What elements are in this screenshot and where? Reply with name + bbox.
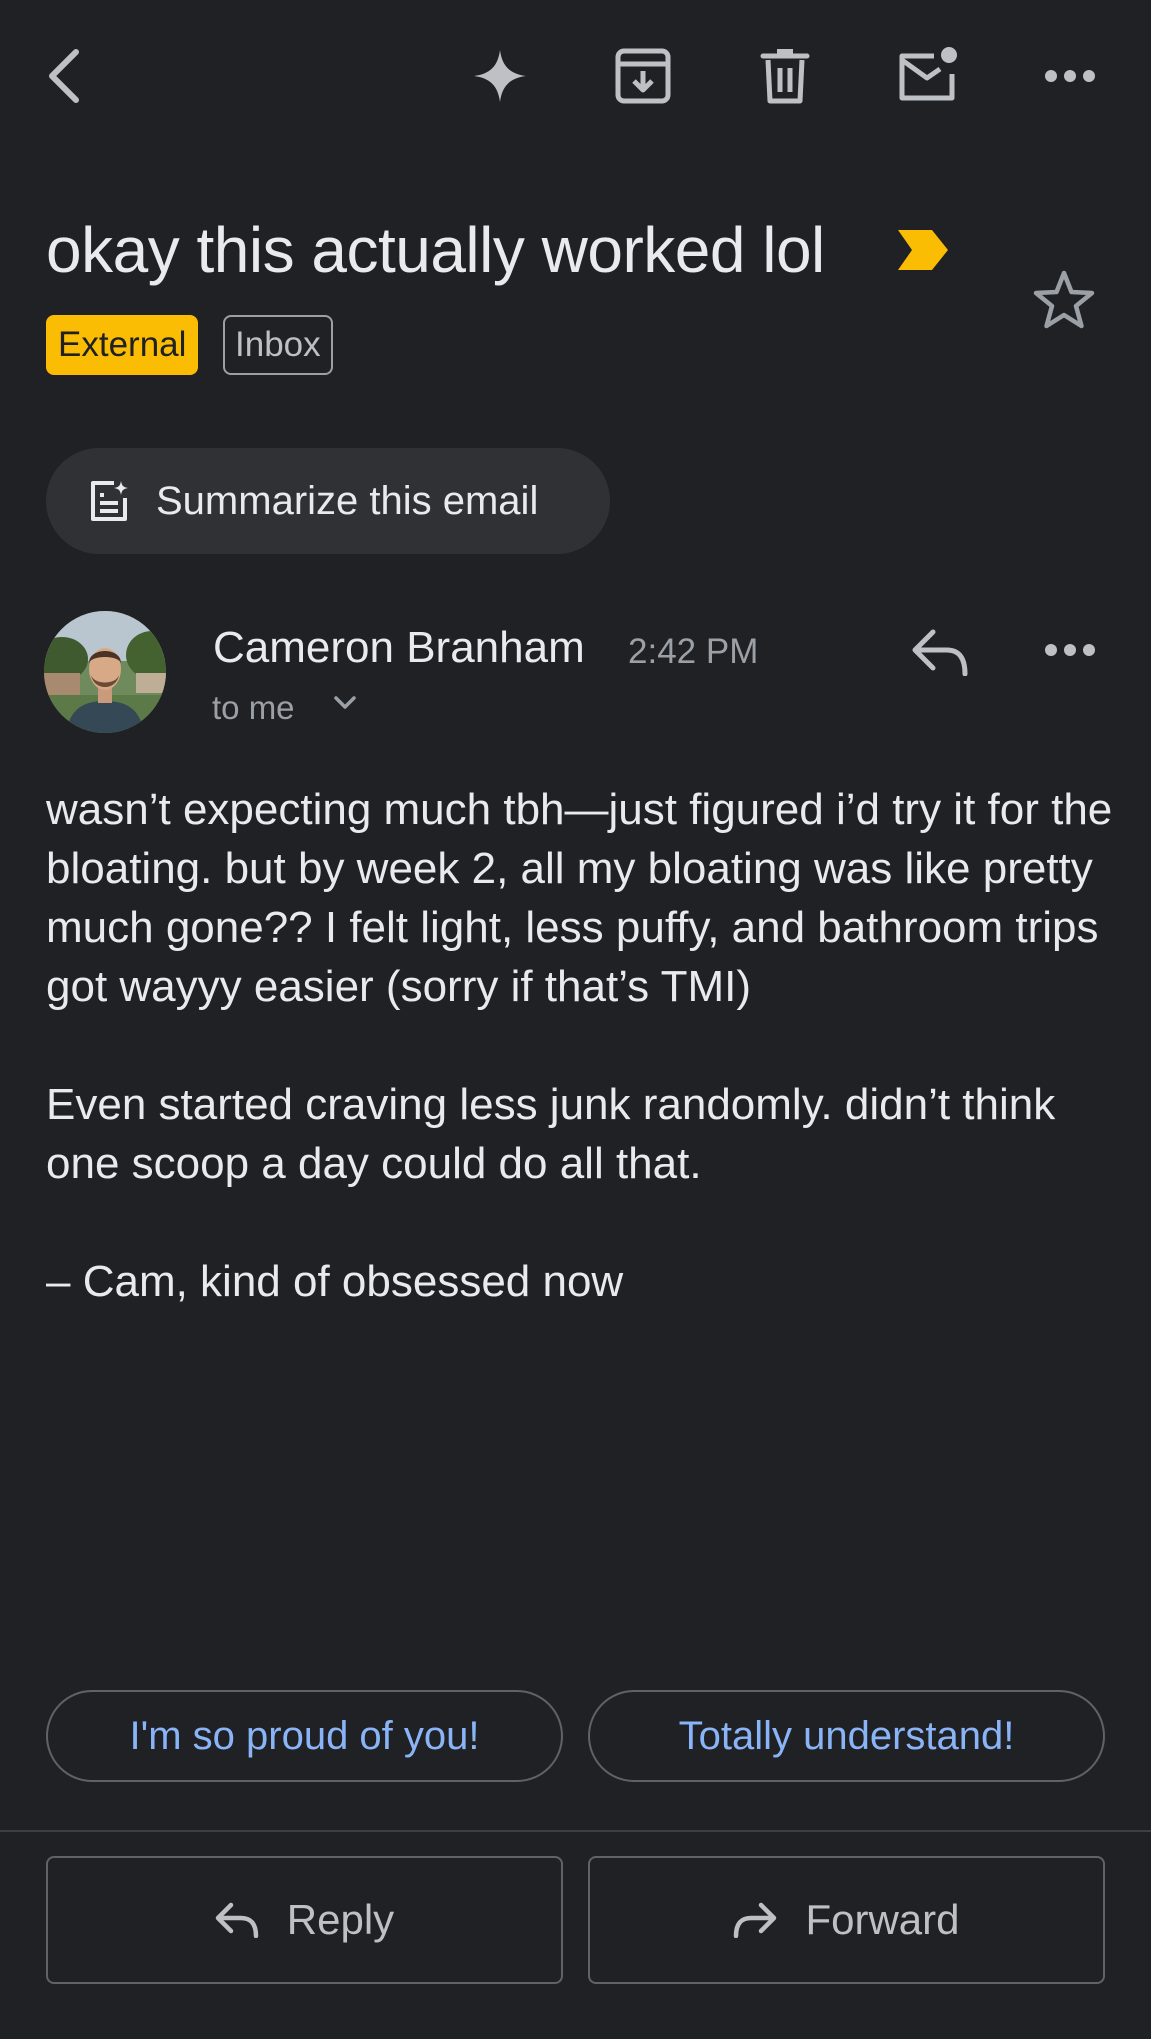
smart-reply-chip[interactable]: Totally understand! xyxy=(588,1690,1105,1782)
sender-name[interactable]: Cameron Branham xyxy=(213,618,585,678)
forward-label: Forward xyxy=(805,1896,960,1943)
reply-icon xyxy=(215,1902,259,1938)
body-paragraph: wasn’t expecting much tbh—just figured i… xyxy=(46,785,1113,1011)
sender-avatar[interactable] xyxy=(44,611,166,733)
recipient-details-toggle[interactable] xyxy=(334,696,356,715)
chevron-down-icon xyxy=(334,696,356,709)
reply-icon xyxy=(912,629,968,676)
forward-icon xyxy=(734,1902,777,1938)
more-icon xyxy=(1045,644,1095,656)
label-inbox[interactable]: Inbox xyxy=(223,315,333,375)
gemini-button[interactable] xyxy=(464,40,536,112)
important-marker[interactable] xyxy=(896,228,950,277)
mark-unread-icon xyxy=(899,47,957,101)
label-external: External xyxy=(46,315,199,375)
back-button[interactable] xyxy=(28,40,100,112)
reply-label: Reply xyxy=(286,1896,395,1943)
delete-icon xyxy=(760,49,810,104)
star-button[interactable] xyxy=(1026,262,1102,338)
reply-button[interactable]: Reply xyxy=(46,1856,563,1984)
summarize-label: Summarize this email xyxy=(156,478,539,523)
sent-time: 2:42 PM xyxy=(628,632,759,671)
recipient-summary[interactable]: to me xyxy=(212,686,295,730)
email-body: wasn’t expecting much tbh—just figured i… xyxy=(46,780,1116,1370)
archive-button[interactable] xyxy=(607,40,679,112)
body-signature: – Cam, kind of obsessed now xyxy=(46,1257,624,1306)
star-icon xyxy=(1033,270,1095,329)
divider xyxy=(0,1830,1151,1832)
mark-unread-button[interactable] xyxy=(892,40,964,112)
more-options-button[interactable] xyxy=(1034,40,1106,112)
summarize-icon xyxy=(91,481,128,521)
message-more-button[interactable] xyxy=(1032,612,1108,688)
quick-reply-button[interactable] xyxy=(900,612,980,692)
archive-icon xyxy=(615,48,671,104)
forward-button[interactable]: Forward xyxy=(588,1856,1105,1984)
more-icon xyxy=(1045,70,1095,82)
importance-arrow-icon xyxy=(898,230,948,270)
avatar-photo xyxy=(44,611,166,733)
summarize-email-button[interactable]: Summarize this email xyxy=(46,448,610,554)
email-subject: okay this actually worked lol xyxy=(46,214,825,286)
smart-reply-chip[interactable]: I'm so proud of you! xyxy=(46,1690,563,1782)
delete-button[interactable] xyxy=(749,40,821,112)
body-paragraph: Even started craving less junk randomly.… xyxy=(46,1080,1056,1188)
back-icon xyxy=(49,49,79,103)
gemini-sparkle-icon xyxy=(474,50,526,102)
